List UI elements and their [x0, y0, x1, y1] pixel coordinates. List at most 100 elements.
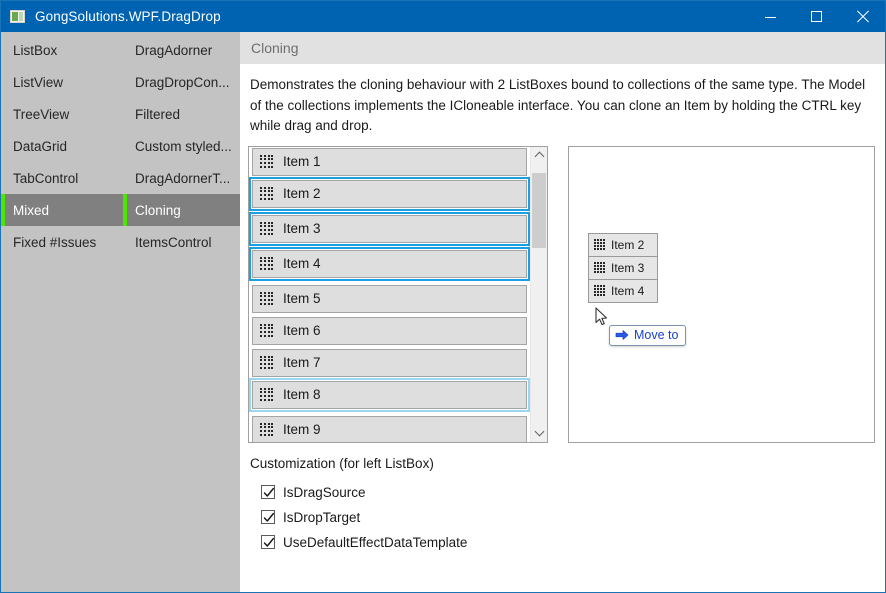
sidebar-item-label: ListView — [13, 74, 64, 90]
sidebar-navigation: ListBox DragAdorner ListView DragDropCon… — [1, 32, 240, 592]
customization-title: Customization (for left ListBox) — [250, 455, 434, 471]
drag-adorner-item: Item 3 — [588, 255, 658, 280]
list-item[interactable]: Item 6 — [252, 316, 527, 345]
list-item-label: Item 9 — [283, 422, 321, 438]
sidebar-item-label: DragAdornerT... — [135, 170, 231, 186]
checkmark-icon — [263, 537, 275, 547]
source-listbox-viewport: Item 1 Item 2 Item 3 Item 4 Item 5 Item … — [249, 147, 530, 442]
vertical-scrollbar[interactable] — [530, 146, 547, 442]
checkbox-isdroptarget[interactable] — [261, 510, 275, 525]
drag-handle-dots-icon — [594, 285, 605, 296]
sidebar-item-dragdropcontext[interactable]: DragDropCon... — [123, 66, 240, 98]
window-controls — [747, 1, 885, 32]
sidebar-item-datagrid[interactable]: DataGrid — [1, 130, 123, 162]
page-title-bar: Cloning — [240, 32, 885, 64]
sidebar-filler — [1, 258, 240, 592]
target-listbox[interactable]: Item 2 Item 3 Item 4 Move to — [568, 145, 875, 443]
checkbox-label: UseDefaultEffectDataTemplate — [283, 534, 468, 550]
list-item[interactable]: Item 3 — [249, 211, 530, 246]
content-panel: Cloning Demonstrates the cloning behavio… — [240, 32, 885, 592]
minimize-icon — [764, 16, 776, 18]
mouse-pointer-icon — [595, 306, 608, 325]
list-item-label: Item 7 — [283, 355, 321, 371]
list-item[interactable]: Item 4 — [249, 246, 530, 281]
sidebar-item-label: TabControl — [13, 170, 79, 186]
sidebar-item-fixed-issues[interactable]: Fixed #Issues — [1, 226, 123, 258]
sidebar-item-label: Custom styled... — [135, 138, 232, 154]
customization-section: Customization (for left ListBox) IsDragS… — [240, 443, 885, 592]
title-bar[interactable]: GongSolutions.WPF.DragDrop — [1, 1, 885, 32]
window-title: GongSolutions.WPF.DragDrop — [35, 9, 221, 24]
list-item[interactable]: Item 5 — [252, 284, 527, 313]
checkbox-isdragsource[interactable] — [261, 485, 275, 500]
sidebar-item-tabcontrol[interactable]: TabControl — [1, 162, 123, 194]
sidebar-item-dragadorner[interactable]: DragAdorner — [123, 34, 240, 66]
nav-row: Mixed Cloning — [1, 194, 240, 226]
minimize-button[interactable] — [747, 1, 793, 32]
move-arrow-icon — [615, 330, 629, 340]
sidebar-item-label: Mixed — [13, 202, 50, 218]
sidebar-item-label: ItemsControl — [135, 234, 212, 250]
sidebar-item-label: DragAdorner — [135, 42, 213, 58]
drag-handle-dots-icon — [594, 239, 605, 250]
drag-handle-dots-icon — [260, 256, 274, 271]
drag-adorner-item: Item 4 — [588, 278, 658, 303]
sidebar-item-custom-styled[interactable]: Custom styled... — [123, 130, 240, 162]
close-icon — [856, 10, 869, 23]
sidebar-item-label: DragDropCon... — [135, 74, 230, 90]
sidebar-item-dragadornertemplate[interactable]: DragAdornerT... — [123, 162, 240, 194]
scrollbar-track[interactable] — [531, 164, 547, 425]
nav-row: ListBox DragAdorner — [1, 34, 240, 66]
checkmark-icon — [263, 487, 275, 497]
drag-adorner-item-label: Item 3 — [611, 260, 645, 275]
list-item[interactable]: Item 2 — [249, 176, 530, 211]
drag-adorner-item: Item 2 — [588, 232, 658, 257]
sidebar-item-label: Cloning — [135, 202, 181, 218]
sidebar-item-filtered[interactable]: Filtered — [123, 98, 240, 130]
sidebar-item-treeview[interactable]: TreeView — [1, 98, 123, 130]
scrollbar-thumb[interactable] — [532, 172, 546, 248]
list-item[interactable]: Item 7 — [252, 348, 527, 377]
chevron-down-icon — [534, 426, 544, 437]
drag-handle-dots-icon — [260, 186, 274, 201]
scroll-up-button[interactable] — [531, 147, 547, 164]
scroll-down-button[interactable] — [531, 425, 547, 442]
checkbox-label: IsDragSource — [283, 484, 366, 500]
sidebar-item-mixed[interactable]: Mixed — [1, 194, 123, 226]
drop-effect-tooltip: Move to — [609, 324, 687, 346]
close-button[interactable] — [839, 1, 885, 32]
nav-row: TabControl DragAdornerT... — [1, 162, 240, 194]
list-item[interactable]: Item 9 — [252, 415, 527, 442]
maximize-icon — [810, 11, 822, 22]
app-window-icon — [10, 9, 26, 25]
list-item[interactable]: Item 8 — [249, 377, 530, 412]
sidebar-item-label: Filtered — [135, 106, 181, 122]
checkbox-row-usedefaulteffectdatatemplate[interactable]: UseDefaultEffectDataTemplate — [250, 530, 885, 555]
checkbox-row-isdragsource[interactable]: IsDragSource — [250, 480, 885, 505]
drag-adorner-item-label: Item 4 — [611, 283, 645, 298]
drag-handle-dots-icon — [260, 291, 274, 306]
maximize-button[interactable] — [793, 1, 839, 32]
drag-handle-dots-icon — [260, 323, 274, 338]
checkbox-label: IsDropTarget — [283, 509, 361, 525]
chevron-up-icon — [534, 151, 544, 162]
sidebar-item-itemscontrol[interactable]: ItemsControl — [123, 226, 240, 258]
sidebar-item-label: DataGrid — [13, 138, 68, 154]
list-item[interactable]: Item 1 — [252, 147, 527, 176]
source-listbox[interactable]: Item 1 Item 2 Item 3 Item 4 Item 5 Item … — [248, 145, 548, 443]
checkbox-row-isdroptarget[interactable]: IsDropTarget — [250, 505, 885, 530]
checkbox-usedefaulteffectdatatemplate[interactable] — [261, 535, 275, 550]
description-text: Demonstrates the cloning behaviour with … — [250, 77, 866, 134]
nav-row: Fixed #Issues ItemsControl — [1, 226, 240, 258]
drag-adorner-item-label: Item 2 — [611, 237, 645, 252]
page-title: Cloning — [251, 40, 299, 56]
sidebar-item-listbox[interactable]: ListBox — [1, 34, 123, 66]
demo-panes: Item 1 Item 2 Item 3 Item 4 Item 5 Item … — [240, 145, 885, 443]
window-body: ListBox DragAdorner ListView DragDropCon… — [1, 32, 885, 592]
list-item-label: Item 5 — [283, 291, 321, 307]
drag-handle-dots-icon — [260, 422, 274, 437]
checkmark-icon — [263, 512, 275, 522]
sidebar-item-cloning[interactable]: Cloning — [123, 194, 240, 226]
drag-handle-dots-icon — [260, 154, 274, 169]
sidebar-item-listview[interactable]: ListView — [1, 66, 123, 98]
